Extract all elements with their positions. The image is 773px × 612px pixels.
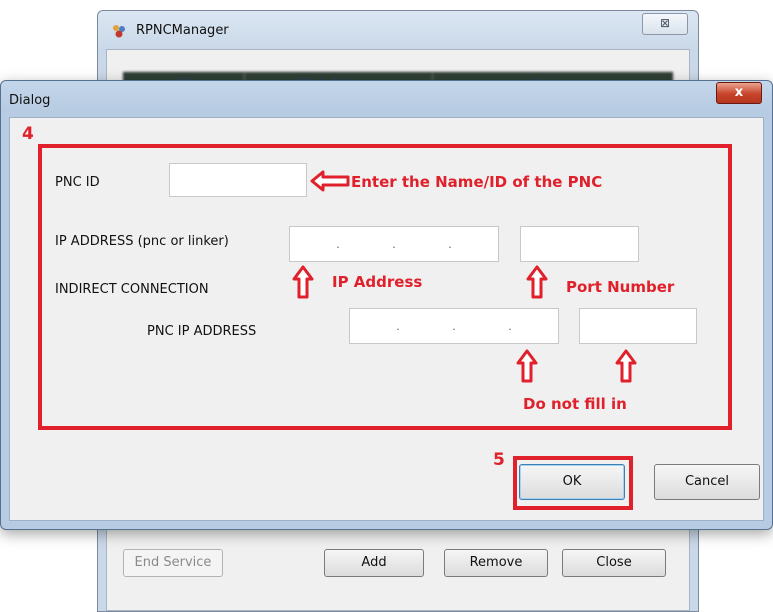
close-button[interactable]: Close <box>562 549 666 577</box>
pnc-ip-address-label: PNC IP ADDRESS <box>147 324 257 339</box>
window-title: RPNCManager <box>136 23 229 38</box>
ip-dot: . <box>452 319 456 333</box>
annotation-port-number: Port Number <box>566 278 675 296</box>
step-number-4: 4 <box>22 124 34 144</box>
arrow-up-icon <box>292 265 314 299</box>
close-icon[interactable]: x <box>716 82 762 104</box>
arrow-up-icon <box>516 349 538 383</box>
ip-address-input[interactable]: . . . <box>289 226 499 262</box>
pnc-id-input[interactable] <box>169 163 307 197</box>
cancel-button[interactable]: Cancel <box>654 464 760 500</box>
ip-dot: . <box>336 237 340 251</box>
ip-address-label: IP ADDRESS (pnc or linker) <box>55 234 229 249</box>
pnc-ip-address-input[interactable]: . . . <box>349 308 559 344</box>
dialog-client-area: 4 PNC ID Enter the Name/ID of the PNC IP… <box>9 117 764 521</box>
end-service-button[interactable]: End Service <box>123 549 223 577</box>
pnc-id-label: PNC ID <box>55 175 100 190</box>
arrow-left-icon <box>310 170 350 192</box>
annotation-enter-name: Enter the Name/ID of the PNC <box>351 173 603 191</box>
add-button[interactable]: Add <box>324 549 424 577</box>
arrow-up-icon <box>526 265 548 299</box>
dialog-title: Dialog <box>9 93 51 108</box>
annotation-ip-address: IP Address <box>332 273 423 291</box>
dialog-window: Dialog x 4 PNC ID Enter the Name/ID of t… <box>0 80 773 530</box>
arrow-up-icon <box>615 349 637 383</box>
ip-dot: . <box>508 319 512 333</box>
title-bar: RPNCManager ⊠ <box>98 11 698 49</box>
port-input[interactable] <box>520 226 639 262</box>
button-bar: End Service Add Remove Close <box>123 547 683 579</box>
close-icon[interactable]: ⊠ <box>642 13 688 35</box>
ip-dot: . <box>396 319 400 333</box>
step-number-5: 5 <box>493 450 505 470</box>
app-icon <box>113 25 125 38</box>
remove-button[interactable]: Remove <box>444 549 548 577</box>
ip-dot: . <box>392 237 396 251</box>
ip-dot: . <box>448 237 452 251</box>
annotation-do-not-fill: Do not fill in <box>523 395 627 413</box>
pnc-port-input[interactable] <box>579 308 697 344</box>
indirect-connection-label: INDIRECT CONNECTION <box>55 282 209 297</box>
ok-button[interactable]: OK <box>519 464 625 500</box>
